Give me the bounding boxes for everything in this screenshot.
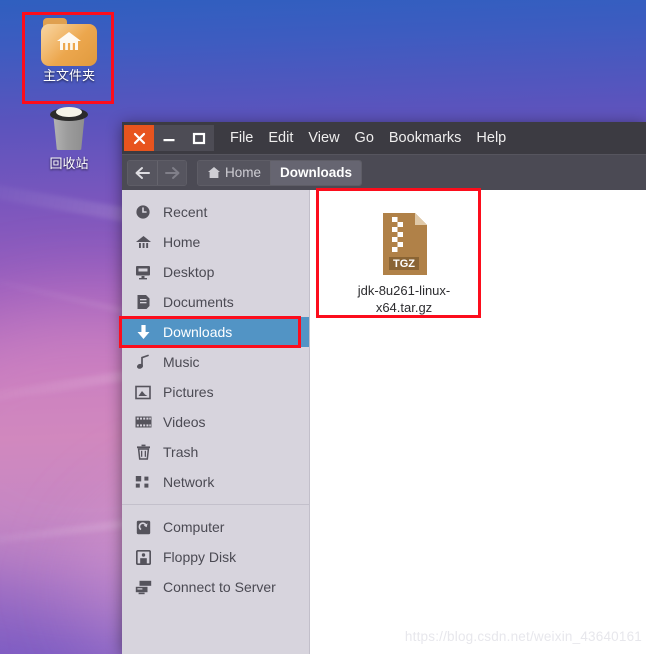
home-icon [208,167,220,178]
sidebar-item-label: Documents [163,294,234,310]
file-list-area[interactable]: TGZ jdk-8u261-linux-x64.tar.gz https://b… [310,190,646,654]
file-name-label: jdk-8u261-linux-x64.tar.gz [357,283,451,315]
arrow-left-icon [135,166,150,179]
archive-tgz-icon: TGZ [377,212,431,276]
minimize-icon [163,139,175,142]
sidebar-item-home[interactable]: Home [122,227,309,257]
watermark: https://blog.csdn.net/weixin_43640161 [404,629,642,644]
desktop-icon-home-folder[interactable]: 主文件夹 [26,18,112,84]
sidebar-item-label: Recent [163,204,208,220]
sidebar-item-documents[interactable]: Documents [122,287,309,317]
sidebar-item-label: Floppy Disk [163,549,237,565]
sidebar-item-trash[interactable]: Trash [122,437,309,467]
breadcrumb-label: Home [225,165,262,180]
menu-view[interactable]: View [308,122,339,154]
menu-help[interactable]: Help [476,122,506,154]
sidebar: Recent Home Desktop Documents Downloads … [122,190,310,654]
maximize-button[interactable] [184,125,214,151]
monitor-icon [134,264,152,280]
minimize-button[interactable] [154,125,184,151]
sidebar-item-label: Music [163,354,200,370]
menu-bookmarks[interactable]: Bookmarks [389,122,462,154]
music-note-icon [134,354,152,370]
breadcrumb-home[interactable]: Home [198,160,271,185]
forward-button[interactable] [157,160,186,185]
sidebar-item-videos[interactable]: Videos [122,407,309,437]
sidebar-item-label: Connect to Server [163,579,276,595]
file-manager-window: File Edit View Go Bookmarks Help Home Do… [122,122,646,654]
sidebar-item-pictures[interactable]: Pictures [122,377,309,407]
computer-disk-icon [134,520,152,535]
home-icon [134,234,152,250]
menu-bar: File Edit View Go Bookmarks Help [230,122,506,154]
back-button[interactable] [128,160,157,185]
sidebar-item-music[interactable]: Music [122,347,309,377]
network-icon [134,475,152,490]
sidebar-item-connect-to-server[interactable]: Connect to Server [122,572,309,602]
sidebar-item-computer[interactable]: Computer [122,512,309,542]
clock-icon [134,204,152,220]
sidebar-item-label: Downloads [163,324,233,340]
picture-icon [134,385,152,400]
sidebar-item-label: Computer [163,519,225,535]
desktop-icon-trash[interactable]: 回收站 [26,104,112,172]
sidebar-item-label: Network [163,474,215,490]
window-titlebar: File Edit View Go Bookmarks Help [122,122,646,154]
sidebar-item-recent[interactable]: Recent [122,197,309,227]
sidebar-item-label: Pictures [163,384,214,400]
sidebar-item-label: Trash [163,444,199,460]
menu-file[interactable]: File [230,122,253,154]
menu-go[interactable]: Go [355,122,374,154]
server-icon [134,580,152,595]
sidebar-item-downloads[interactable]: Downloads [122,317,309,347]
close-button[interactable] [124,125,154,151]
window-toolbar: Home Downloads [122,154,646,190]
sidebar-item-label: Desktop [163,264,215,280]
breadcrumb: Home Downloads [197,159,363,186]
sidebar-item-desktop[interactable]: Desktop [122,257,309,287]
arrow-right-icon [164,166,179,179]
film-icon [134,415,152,429]
desktop-icon-label: 回收站 [49,156,89,171]
sidebar-separator [122,504,309,505]
desktop-icon-label: 主文件夹 [42,68,95,83]
menu-edit[interactable]: Edit [268,122,293,154]
navigation-buttons [127,159,187,186]
maximize-icon [192,132,206,145]
breadcrumb-downloads[interactable]: Downloads [270,160,362,185]
close-icon [133,132,145,144]
breadcrumb-label: Downloads [280,165,353,180]
sidebar-item-label: Home [163,234,201,250]
document-icon [134,294,152,310]
window-controls [124,125,214,151]
sidebar-item-floppy-disk[interactable]: Floppy Disk [122,542,309,572]
sidebar-item-network[interactable]: Network [122,467,309,497]
sidebar-item-label: Videos [163,414,206,430]
download-arrow-icon [134,324,152,340]
window-body: Recent Home Desktop Documents Downloads … [122,190,646,654]
file-item[interactable]: TGZ jdk-8u261-linux-x64.tar.gz [344,212,464,316]
folder-home-icon [41,18,97,66]
floppy-disk-icon [134,549,152,565]
trash-icon [134,444,152,460]
svg-text:TGZ: TGZ [393,258,415,270]
trash-can-icon [41,104,97,154]
